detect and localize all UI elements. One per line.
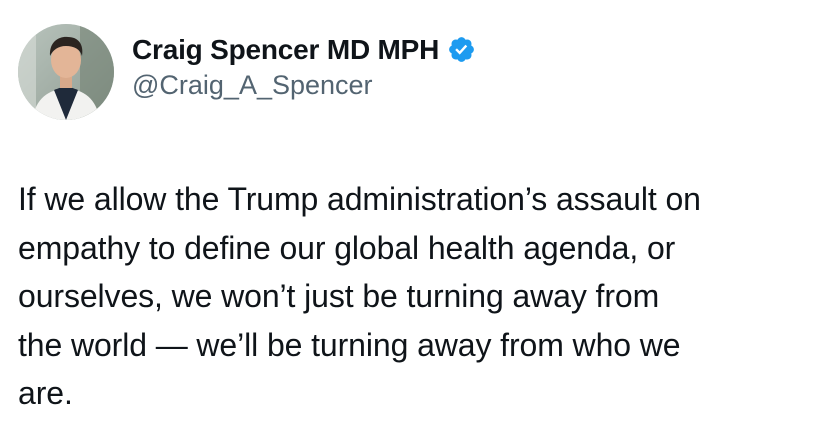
verified-badge-icon[interactable]	[447, 35, 476, 64]
author-names: Craig Spencer MD MPH @Craig_A_Spencer	[132, 34, 476, 101]
tweet-card: Craig Spencer MD MPH @Craig_A_Spencer If…	[0, 0, 828, 435]
avatar[interactable]	[18, 24, 114, 120]
display-name[interactable]: Craig Spencer MD MPH	[132, 34, 439, 66]
name-row: Craig Spencer MD MPH	[132, 34, 476, 66]
tweet-header: Craig Spencer MD MPH @Craig_A_Spencer	[18, 24, 476, 120]
tweet-text: If we allow the Trump administration’s a…	[18, 181, 701, 411]
author-handle[interactable]: @Craig_A_Spencer	[132, 70, 476, 101]
avatar-image	[18, 24, 114, 120]
